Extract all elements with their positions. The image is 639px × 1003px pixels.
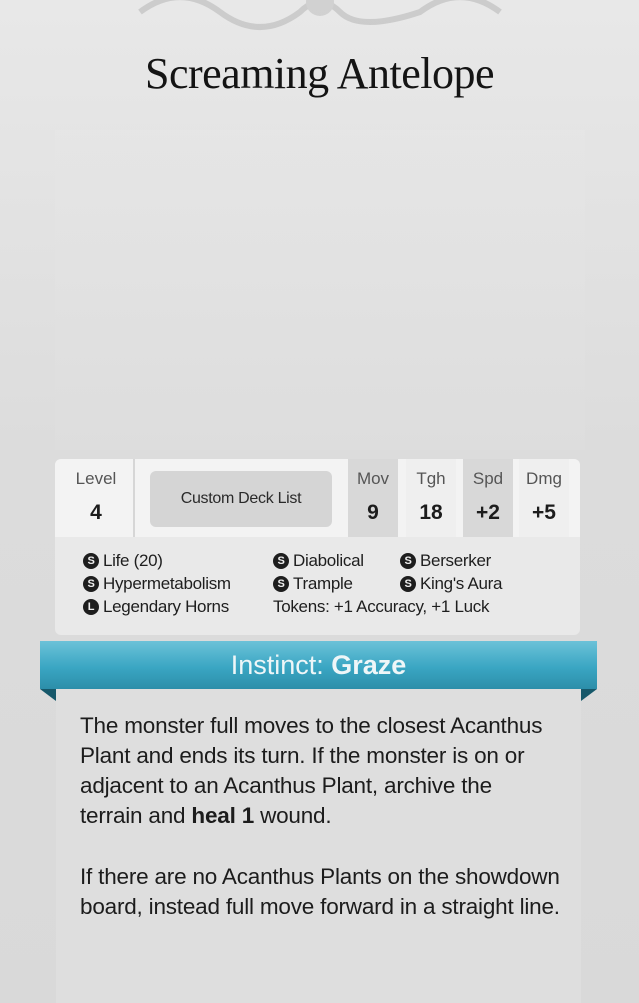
trait-label: King's Aura	[420, 574, 503, 593]
trait-label: Berserker	[420, 551, 491, 570]
trait-legendary-horns[interactable]: L Legendary Horns	[83, 597, 229, 617]
mov-label: Mov	[356, 469, 390, 488]
trait-badge-icon: S	[83, 576, 99, 592]
trait-label: Legendary Horns	[103, 597, 229, 616]
trait-label: Diabolical	[293, 551, 364, 570]
level-value: 4	[90, 501, 102, 524]
dmg-stat: Dmg +5	[519, 459, 569, 537]
card-title: Screaming Antelope	[144, 49, 495, 98]
spd-label: Spd	[472, 469, 504, 488]
trait-kings-aura[interactable]: S King's Aura	[400, 574, 502, 594]
trait-trample[interactable]: S Trample	[273, 574, 353, 594]
trait-label: Life (20)	[103, 551, 163, 570]
trait-berserker[interactable]: S Berserker	[400, 551, 491, 571]
heal-keyword: heal 1	[191, 803, 255, 828]
instinct-banner: Instinct: Graze	[40, 641, 597, 689]
trait-badge-icon: S	[273, 576, 289, 592]
trait-hypermetabolism[interactable]: S Hypermetabolism	[83, 574, 231, 594]
trait-label: Trample	[293, 574, 353, 593]
instinct-paragraph-1: The monster full moves to the closest Ac…	[80, 711, 560, 831]
tgh-label: Tgh	[416, 469, 446, 488]
trait-badge-icon: S	[273, 553, 289, 569]
mov-stat: Mov 9	[348, 459, 398, 537]
ornament-flourish-icon	[138, 0, 502, 30]
banner-fold-right	[581, 689, 597, 701]
banner-fold-left	[40, 689, 56, 701]
monster-card: Screaming Antelope Level 4 Custom Deck L…	[0, 0, 639, 1003]
stats-panel: Level 4 Custom Deck List Mov 9 Tgh 18 Sp…	[55, 459, 580, 635]
trait-label: Hypermetabolism	[103, 574, 231, 593]
stats-header: Level 4 Custom Deck List Mov 9 Tgh 18 Sp…	[55, 459, 580, 537]
tokens-text: Tokens: +1 Accuracy, +1 Luck	[273, 597, 490, 616]
instinct-paragraph-2: If there are no Acanthus Plants on the s…	[80, 864, 560, 919]
tgh-stat: Tgh 18	[406, 459, 456, 537]
trait-diabolical[interactable]: S Diabolical	[273, 551, 364, 571]
dmg-value: +5	[532, 501, 556, 524]
level-label: Level	[75, 469, 117, 488]
custom-deck-list-button[interactable]: Custom Deck List	[150, 471, 332, 527]
trait-badge-icon: S	[400, 553, 416, 569]
trait-badge-icon: S	[400, 576, 416, 592]
tgh-value: 18	[419, 501, 443, 524]
spd-value: +2	[476, 501, 500, 524]
level-stat: Level 4	[61, 459, 131, 537]
instinct-text: wound.	[254, 803, 332, 828]
trait-life[interactable]: S Life (20)	[83, 551, 163, 571]
mov-value: 9	[367, 501, 379, 524]
trait-badge-icon: L	[83, 599, 99, 615]
trait-badge-icon: S	[83, 553, 99, 569]
spd-stat: Spd +2	[463, 459, 513, 537]
instinct-name: Graze	[331, 650, 407, 680]
instinct-prefix: Instinct:	[230, 650, 324, 680]
stat-divider	[133, 459, 135, 537]
card-art-area	[55, 130, 585, 450]
instinct-body: The monster full moves to the closest Ac…	[56, 689, 581, 1003]
dmg-label: Dmg	[526, 469, 562, 488]
